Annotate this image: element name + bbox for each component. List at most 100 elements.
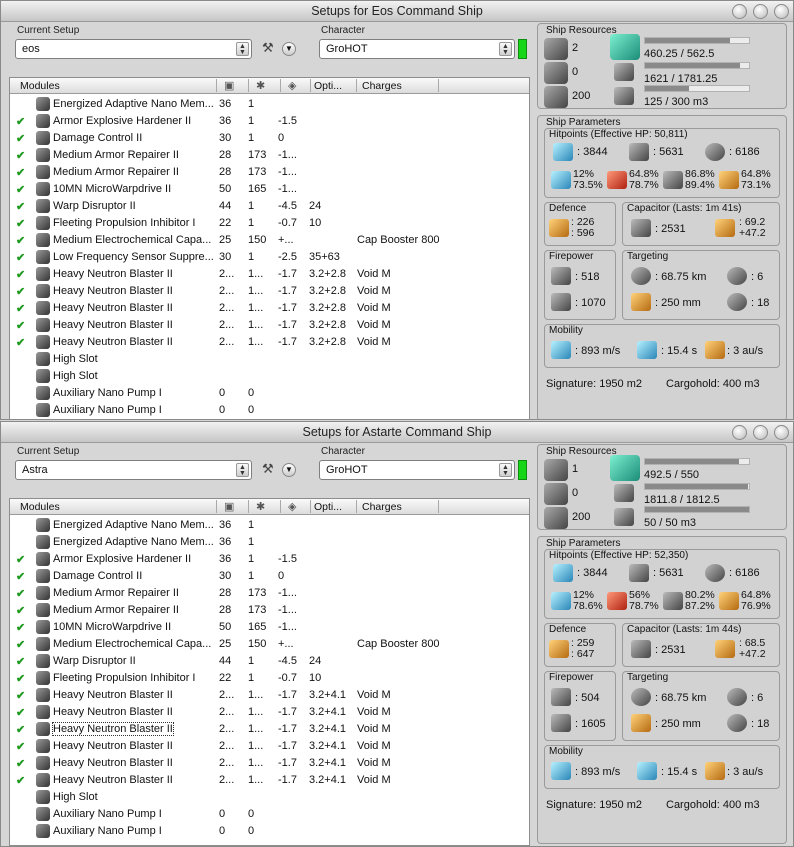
module-row[interactable]: ✔ Low Frequency Sensor Suppre... 30 1 -2.5 35…	[10, 249, 529, 266]
check-icon[interactable]: ✔	[16, 183, 25, 196]
character-select[interactable]: GroHOT ▲ ▼	[319, 39, 515, 59]
module-row[interactable]: ✔ Armor Explosive Hardener II 36 1 -1.5	[10, 551, 529, 568]
title-bar[interactable]: Setups for Eos Command Ship	[1, 1, 793, 22]
module-row[interactable]: Energized Adaptive Nano Mem... 36 1	[10, 96, 529, 113]
module-row[interactable]: ✔ Heavy Neutron Blaster II 2... 1... -1.7 3.2…	[10, 772, 529, 789]
check-icon[interactable]: ✔	[16, 132, 25, 145]
firepower-title: Firepower	[549, 672, 594, 683]
maximize-button[interactable]	[753, 425, 768, 440]
module-row[interactable]: ✔ Heavy Neutron Blaster II 2... 1... -1.7 3.2…	[10, 738, 529, 755]
minimize-button[interactable]	[732, 4, 747, 19]
character-select[interactable]: GroHOT ▲ ▼	[319, 460, 515, 480]
module-row[interactable]: ✔ Warp Disruptor II 44 1 -4.5 24	[10, 653, 529, 670]
module-row[interactable]: Energized Adaptive Nano Mem... 36 1	[10, 517, 529, 534]
powergrid-column-icon[interactable]: ✱	[256, 500, 265, 513]
setup-select[interactable]: Astra ▲ ▼	[15, 460, 252, 480]
check-icon[interactable]: ✔	[16, 672, 25, 685]
chevron-down-icon[interactable]: ▼	[282, 463, 296, 477]
check-icon[interactable]: ✔	[16, 319, 25, 332]
module-row[interactable]: ✔ Heavy Neutron Blaster II 2... 1... -1.7 3.2…	[10, 317, 529, 334]
chevron-down-icon[interactable]: ▼	[282, 42, 296, 56]
module-row[interactable]: ✔ Fleeting Propulsion Inhibitor I 22 1 -0.7 1…	[10, 215, 529, 232]
module-row[interactable]: ✔ Medium Electrochemical Capa... 25 150 +...…	[10, 636, 529, 653]
maximize-button[interactable]	[753, 4, 768, 19]
module-row[interactable]: ✔ Medium Armor Repairer II 28 173 -1...	[10, 602, 529, 619]
module-row[interactable]: High Slot	[10, 789, 529, 806]
cpu-column-icon[interactable]: ▣	[224, 500, 234, 513]
module-row[interactable]: Auxiliary Nano Pump I 0 0	[10, 402, 529, 419]
check-icon[interactable]: ✔	[16, 774, 25, 787]
module-row[interactable]: High Slot	[10, 368, 529, 385]
check-icon[interactable]: ✔	[16, 604, 25, 617]
check-icon[interactable]: ✔	[16, 655, 25, 668]
check-icon[interactable]: ✔	[16, 587, 25, 600]
check-icon[interactable]: ✔	[16, 689, 25, 702]
minimize-button[interactable]	[732, 425, 747, 440]
module-row[interactable]: ✔ Medium Armor Repairer II 28 173 -1...	[10, 585, 529, 602]
module-row[interactable]: ✔ Heavy Neutron Blaster II 2... 1... -1.7 3.2…	[10, 266, 529, 283]
module-row[interactable]: Auxiliary Nano Pump I 0 0	[10, 806, 529, 823]
module-row[interactable]: ✔ Fleeting Propulsion Inhibitor I 22 1 -0.7 1…	[10, 670, 529, 687]
col-optimal[interactable]: Opti...	[314, 501, 342, 513]
modules-list[interactable]: Modules ▣ ✱ ◈ Opti... Charges Energized …	[9, 498, 530, 846]
module-row[interactable]: ✔ Damage Control II 30 1 0	[10, 568, 529, 585]
check-icon[interactable]: ✔	[16, 723, 25, 736]
module-row[interactable]: ✔ Heavy Neutron Blaster II 2... 1... -1.7 3.2…	[10, 283, 529, 300]
close-button[interactable]	[774, 425, 789, 440]
check-icon[interactable]: ✔	[16, 621, 25, 634]
check-icon[interactable]: ✔	[16, 251, 25, 264]
check-icon[interactable]: ✔	[16, 706, 25, 719]
check-icon[interactable]: ✔	[16, 285, 25, 298]
module-row[interactable]: ✔ Heavy Neutron Blaster II 2... 1... -1.7 3.2…	[10, 300, 529, 317]
check-icon[interactable]: ✔	[16, 149, 25, 162]
check-icon[interactable]: ✔	[16, 638, 25, 651]
module-icon	[36, 403, 50, 417]
check-icon[interactable]: ✔	[16, 268, 25, 281]
capacitor-column-icon[interactable]: ◈	[288, 79, 296, 92]
close-button[interactable]	[774, 4, 789, 19]
check-icon[interactable]: ✔	[16, 740, 25, 753]
col-modules[interactable]: Modules	[20, 80, 60, 92]
check-icon[interactable]: ✔	[16, 336, 25, 349]
title-bar[interactable]: Setups for Astarte Command Ship	[1, 422, 793, 443]
powergrid-column-icon[interactable]: ✱	[256, 79, 265, 92]
module-row[interactable]: ✔ Damage Control II 30 1 0	[10, 130, 529, 147]
check-icon[interactable]: ✔	[16, 570, 25, 583]
col-charges[interactable]: Charges	[362, 80, 402, 92]
modules-list[interactable]: Modules ▣ ✱ ◈ Opti... Charges Energized …	[9, 77, 530, 419]
module-row[interactable]: ✔ Medium Armor Repairer II 28 173 -1...	[10, 164, 529, 181]
check-icon[interactable]: ✔	[16, 200, 25, 213]
col-optimal[interactable]: Opti...	[314, 80, 342, 92]
col-modules[interactable]: Modules	[20, 501, 60, 513]
module-row[interactable]: Energized Adaptive Nano Mem... 36 1	[10, 534, 529, 551]
cap-recharge-icon	[715, 640, 735, 658]
module-row[interactable]: High Slot	[10, 351, 529, 368]
module-row[interactable]: ✔ 10MN MicroWarpdrive II 50 165 -1...	[10, 619, 529, 636]
check-icon[interactable]: ✔	[16, 553, 25, 566]
check-icon[interactable]: ✔	[16, 302, 25, 315]
module-row[interactable]: ✔ Heavy Neutron Blaster II 2... 1... -1.7 3.2…	[10, 704, 529, 721]
check-icon[interactable]: ✔	[16, 217, 25, 230]
wrench-icon[interactable]: ⚒	[262, 461, 274, 477]
check-icon[interactable]: ✔	[16, 234, 25, 247]
check-icon[interactable]: ✔	[16, 757, 25, 770]
module-row[interactable]: Auxiliary Nano Pump I 0 0	[10, 823, 529, 840]
module-row[interactable]: ✔ Heavy Neutron Blaster II 2... 1... -1.7 3.2…	[10, 687, 529, 704]
module-row[interactable]: ✔ Medium Electrochemical Capa... 25 150 +...…	[10, 232, 529, 249]
module-row[interactable]: ✔ Heavy Neutron Blaster II 2... 1... -1.7 3.2…	[10, 721, 529, 738]
cpu-column-icon[interactable]: ▣	[224, 79, 234, 92]
module-row[interactable]: ✔ Heavy Neutron Blaster II 2... 1... -1.7 3.2…	[10, 334, 529, 351]
capacitor-column-icon[interactable]: ◈	[288, 500, 296, 513]
setup-select[interactable]: eos ▲ ▼	[15, 39, 252, 59]
check-icon[interactable]: ✔	[16, 166, 25, 179]
wrench-icon[interactable]: ⚒	[262, 40, 274, 56]
module-name: Heavy Neutron Blaster II	[53, 757, 173, 769]
module-row[interactable]: Auxiliary Nano Pump I 0 0	[10, 385, 529, 402]
module-row[interactable]: ✔ Warp Disruptor II 44 1 -4.5 24	[10, 198, 529, 215]
check-icon[interactable]: ✔	[16, 115, 25, 128]
col-charges[interactable]: Charges	[362, 501, 402, 513]
module-row[interactable]: ✔ 10MN MicroWarpdrive II 50 165 -1...	[10, 181, 529, 198]
module-row[interactable]: ✔ Heavy Neutron Blaster II 2... 1... -1.7 3.2…	[10, 755, 529, 772]
module-row[interactable]: ✔ Armor Explosive Hardener II 36 1 -1.5	[10, 113, 529, 130]
module-row[interactable]: ✔ Medium Armor Repairer II 28 173 -1...	[10, 147, 529, 164]
